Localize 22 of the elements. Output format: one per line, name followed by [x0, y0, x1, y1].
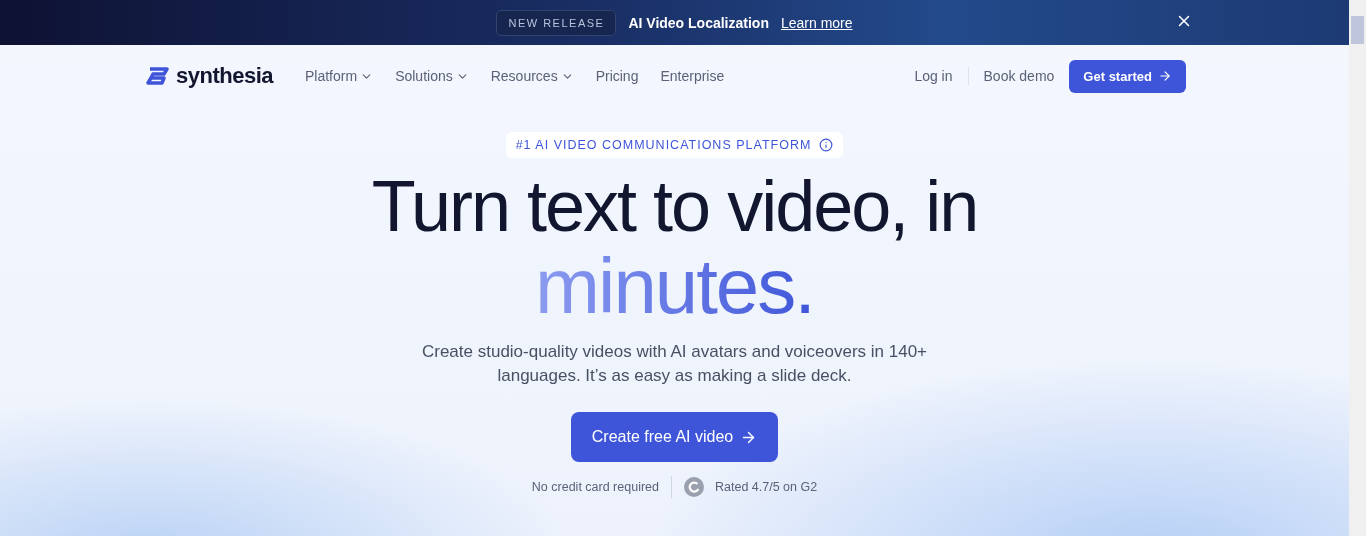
get-started-button[interactable]: Get started	[1069, 59, 1186, 93]
release-badge: NEW RELEASE	[496, 9, 617, 36]
login-link[interactable]: Log in	[914, 68, 953, 84]
nav-link[interactable]: Resources	[490, 68, 574, 84]
rating-text: Rated 4.7/5 on G2	[715, 480, 818, 494]
subtitle: Create studio-quality videos with AI avatars and voiceovers in 140+ languages. It’s as easy as making a slide deck.	[420, 341, 929, 387]
learn-more-link[interactable]: Learn more	[780, 14, 853, 31]
logo-text: synthesia	[176, 63, 273, 89]
logo-icon	[146, 67, 170, 85]
nav-link[interactable]: Solutions	[395, 68, 469, 84]
book-demo-link[interactable]: Book demo	[983, 68, 1055, 84]
eyebrow-text: #1 AI VIDEO COMMUNICATIONS PLATFORM	[515, 138, 812, 152]
nav-link[interactable]: Pricing	[595, 68, 639, 84]
scrollbar[interactable]	[1349, 0, 1366, 536]
announcement-text: AI Video Localization	[628, 14, 769, 31]
nav-link[interactable]: Platform	[305, 68, 374, 84]
rating-logo-icon	[684, 477, 704, 497]
headline: Turn text to video, in	[371, 166, 978, 246]
info-icon[interactable]	[819, 138, 834, 152]
create-video-button[interactable]: Create free AI video	[570, 412, 779, 462]
nav-link[interactable]: Enterprise	[660, 68, 725, 84]
no-card-note: No credit card required	[531, 480, 659, 494]
